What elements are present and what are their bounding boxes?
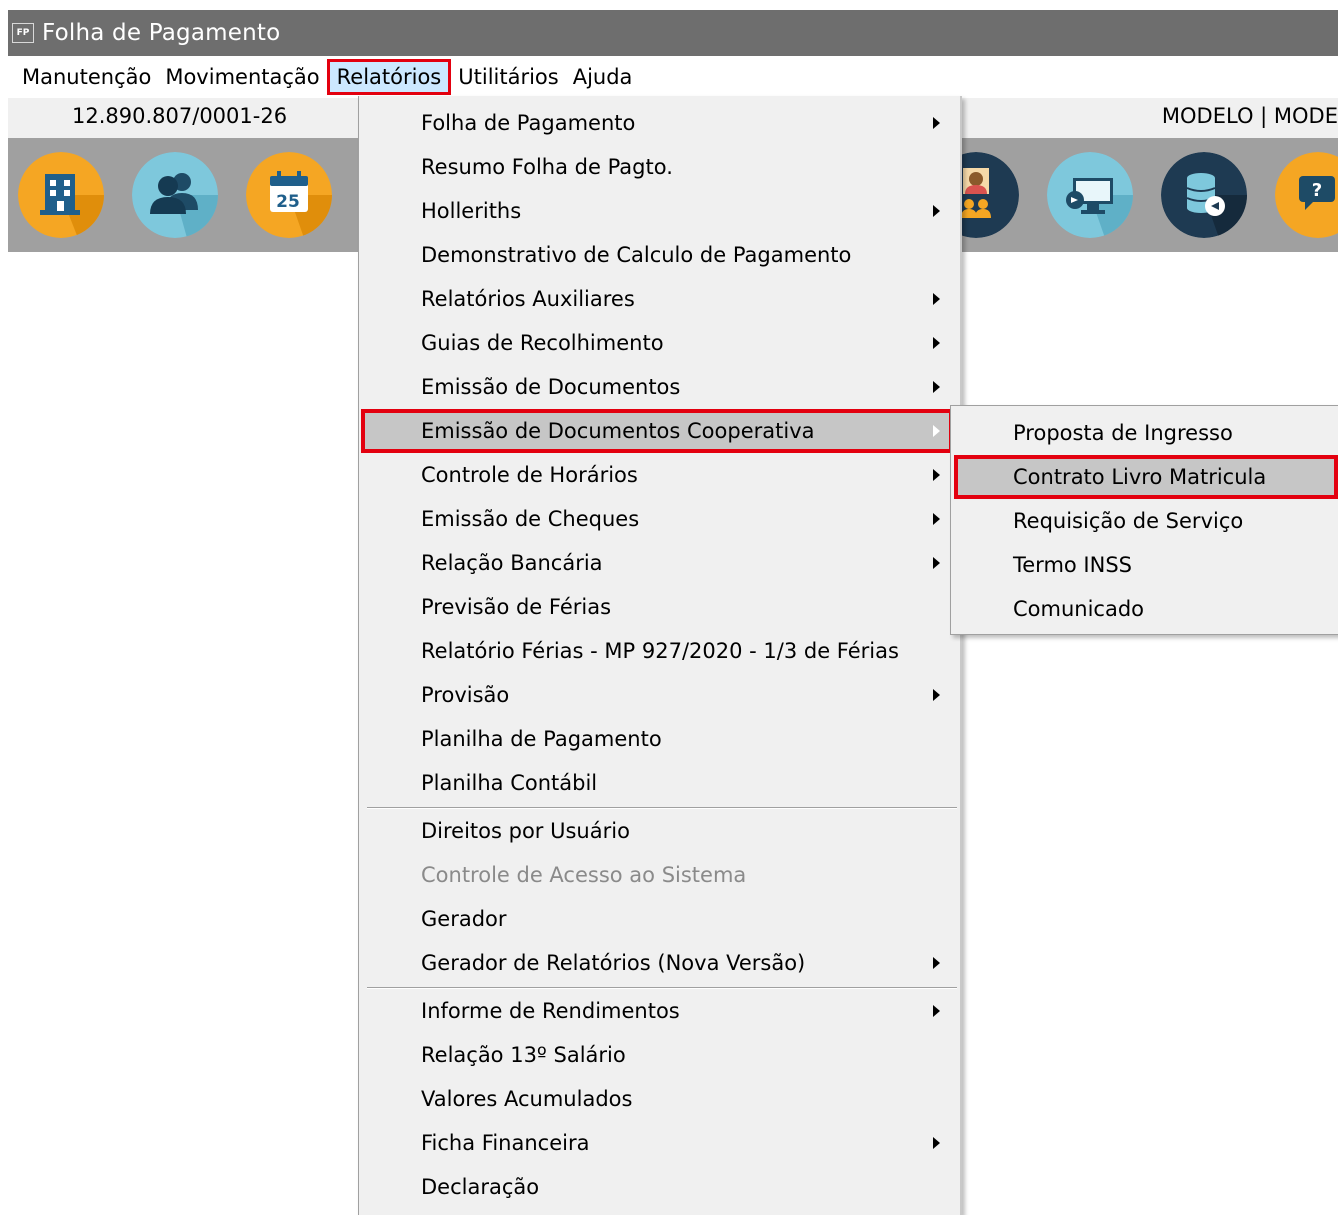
dd-emissao-documentos[interactable]: Emissão de Documentos [359, 365, 960, 409]
submenu-arrow-icon [933, 513, 940, 525]
dd-label: Valores Acumulados [421, 1087, 633, 1111]
dd-relacao-bancaria[interactable]: Relação Bancária [359, 541, 960, 585]
dd-label: Emissão de Cheques [421, 507, 640, 531]
sub-label: Termo INSS [1013, 553, 1132, 577]
sub-label: Requisição de Serviço [1013, 509, 1244, 533]
help-mark-text: ? [1312, 180, 1322, 201]
dd-previsao-ferias[interactable]: Previsão de Férias [359, 585, 960, 629]
dd-label: Relação 13º Salário [421, 1043, 626, 1067]
dd-label: Previsão de Férias [421, 595, 612, 619]
sub-comunicado[interactable]: Comunicado [951, 587, 1338, 631]
submenu-arrow-icon [933, 117, 940, 129]
submenu-arrow-icon [933, 1137, 940, 1149]
dd-label: Emissão de Documentos Cooperativa [421, 419, 815, 443]
help-icon[interactable]: ? [1275, 152, 1338, 238]
menu-manutencao[interactable]: Manutenção [15, 59, 158, 95]
submenu-arrow-icon [933, 205, 940, 217]
dd-gerador[interactable]: Gerador [359, 897, 960, 941]
dd-label: Controle de Horários [421, 463, 638, 487]
submenu-arrow-icon [933, 469, 940, 481]
dd-planilha-contabil[interactable]: Planilha Contábil [359, 761, 960, 805]
dd-provisao[interactable]: Provisão [359, 673, 960, 717]
dd-emissao-documentos-cooperativa[interactable]: Emissão de Documentos Cooperativa [361, 409, 953, 453]
building-icon[interactable] [18, 152, 104, 238]
dd-informe-rendimentos[interactable]: Informe de Rendimentos [359, 989, 960, 1033]
app-icon: FP [12, 23, 34, 43]
dd-resumo-folha[interactable]: Resumo Folha de Pagto. [359, 145, 960, 189]
dd-label: Declaração [421, 1175, 540, 1199]
submenu-arrow-icon [933, 337, 940, 349]
sub-label: Contrato Livro Matricula [1013, 465, 1267, 489]
dd-valores-acumulados[interactable]: Valores Acumulados [359, 1077, 960, 1121]
dd-folha-pagamento[interactable]: Folha de Pagamento [359, 101, 960, 145]
menu-ajuda[interactable]: Ajuda [566, 59, 640, 95]
dd-label: Guias de Recolhimento [421, 331, 664, 355]
menu-bar: Manutenção Movimentação Relatórios Utili… [8, 56, 1338, 98]
dd-label: Holleriths [421, 199, 522, 223]
sub-proposta-ingresso[interactable]: Proposta de Ingresso [951, 411, 1338, 455]
submenu-arrow-icon [933, 425, 940, 437]
submenu-arrow-icon [933, 1005, 940, 1017]
menu-movimentacao[interactable]: Movimentação [158, 59, 326, 95]
title-bar: FP Folha de Pagamento [8, 10, 1338, 56]
submenu-arrow-icon [933, 689, 940, 701]
submenu-arrow-icon [933, 557, 940, 569]
dd-planilha-pagamento[interactable]: Planilha de Pagamento [359, 717, 960, 761]
dd-label: Planilha Contábil [421, 771, 598, 795]
menu-utilitarios[interactable]: Utilitários [451, 59, 565, 95]
dd-relatorios-auxiliares[interactable]: Relatórios Auxiliares [359, 277, 960, 321]
sub-contrato-livro-matricula[interactable]: Contrato Livro Matricula [954, 455, 1338, 499]
dd-label: Controle de Acesso ao Sistema [421, 863, 747, 887]
dd-label: Provisão [421, 683, 510, 707]
dd-label: Gerador [421, 907, 507, 931]
dd-relatorio-ferias-mp[interactable]: Relatório Férias - MP 927/2020 - 1/3 de … [359, 629, 960, 673]
submenu-arrow-icon [933, 381, 940, 393]
company-label: MODELO | MODE [1161, 104, 1338, 128]
dd-controle-horarios[interactable]: Controle de Horários [359, 453, 960, 497]
dd-label: Relação Bancária [421, 551, 603, 575]
sub-termo-inss[interactable]: Termo INSS [951, 543, 1338, 587]
sub-label: Comunicado [1013, 597, 1145, 621]
dd-label: Relatórios Auxiliares [421, 287, 635, 311]
database-import-icon[interactable] [1161, 152, 1247, 238]
monitor-export-icon[interactable] [1047, 152, 1133, 238]
submenu-arrow-icon [933, 293, 940, 305]
dd-label: Relatório Férias - MP 927/2020 - 1/3 de … [421, 639, 899, 663]
dd-relacao-13-salario[interactable]: Relação 13º Salário [359, 1033, 960, 1077]
dd-label: Ficha Financeira [421, 1131, 590, 1155]
cooperativa-submenu: Proposta de Ingresso Contrato Livro Matr… [950, 405, 1338, 635]
dd-label: Informe de Rendimentos [421, 999, 680, 1023]
calendar-icon[interactable]: 25 [246, 152, 332, 238]
users-icon[interactable] [132, 152, 218, 238]
dd-declaracao[interactable]: Declaração [359, 1165, 960, 1209]
dd-label: Folha de Pagamento [421, 111, 636, 135]
dd-guias-recolhimento[interactable]: Guias de Recolhimento [359, 321, 960, 365]
sub-requisicao-servico[interactable]: Requisição de Serviço [951, 499, 1338, 543]
window-title: Folha de Pagamento [42, 20, 281, 46]
dd-label: Resumo Folha de Pagto. [421, 155, 673, 179]
dd-label: Gerador de Relatórios (Nova Versão) [421, 951, 806, 975]
cnpj-label: 12.890.807/0001-26 [72, 104, 288, 128]
dd-label: Direitos por Usuário [421, 819, 630, 843]
dd-gerador-relatorios[interactable]: Gerador de Relatórios (Nova Versão) [359, 941, 960, 985]
relatorios-dropdown: Folha de Pagamento Resumo Folha de Pagto… [358, 96, 962, 1215]
dd-direitos-usuario[interactable]: Direitos por Usuário [359, 809, 960, 853]
dd-holleriths[interactable]: Holleriths [359, 189, 960, 233]
sub-label: Proposta de Ingresso [1013, 421, 1233, 445]
dd-demonstrativo[interactable]: Demonstrativo de Calculo de Pagamento [359, 233, 960, 277]
dd-label: Demonstrativo de Calculo de Pagamento [421, 243, 852, 267]
menu-relatorios[interactable]: Relatórios [326, 59, 452, 95]
dd-ficha-financeira[interactable]: Ficha Financeira [359, 1121, 960, 1165]
dd-controle-acesso: Controle de Acesso ao Sistema [359, 853, 960, 897]
submenu-arrow-icon [933, 957, 940, 969]
calendar-day-text: 25 [276, 192, 300, 212]
dd-label: Planilha de Pagamento [421, 727, 662, 751]
dd-label: Emissão de Documentos [421, 375, 681, 399]
dd-emissao-cheques[interactable]: Emissão de Cheques [359, 497, 960, 541]
